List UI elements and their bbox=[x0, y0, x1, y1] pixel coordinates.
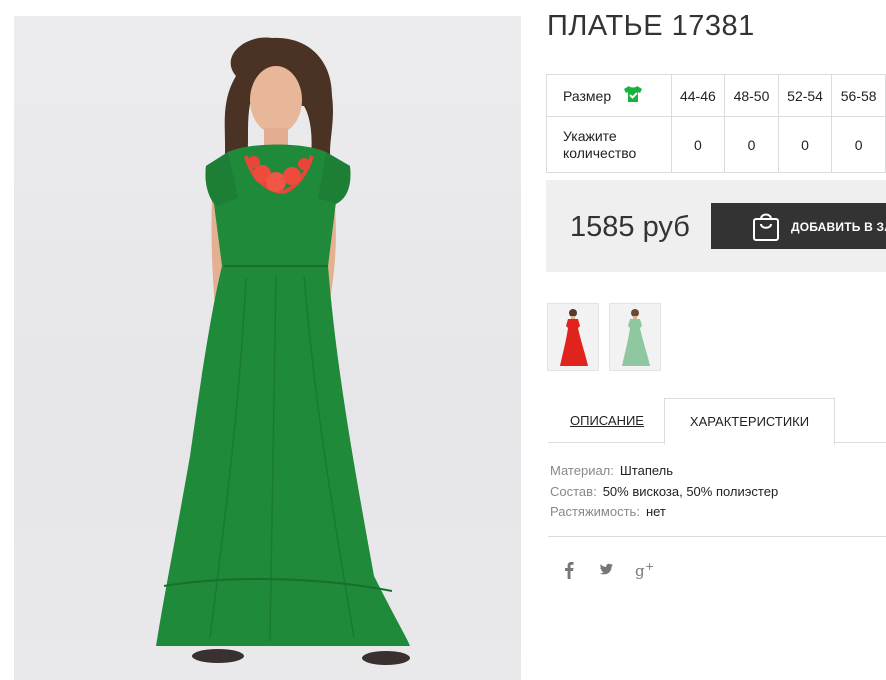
characteristic-row: Материал: Штапель bbox=[550, 461, 778, 482]
add-to-cart-button[interactable]: ДОБАВИТЬ В ЗА bbox=[711, 203, 886, 249]
size-quantity-table: Размер 44-46 48-50 52-54 56-58 Укажите к… bbox=[546, 74, 886, 173]
size-cell: 48-50 bbox=[724, 74, 779, 117]
quantity-input-44-46[interactable]: 0 bbox=[670, 116, 726, 173]
model-in-green-dress-image bbox=[156, 37, 410, 665]
characteristic-value: нет bbox=[645, 504, 666, 519]
shopping-bag-icon bbox=[752, 210, 780, 245]
size-cell: 52-54 bbox=[777, 74, 833, 117]
size-cell: 44-46 bbox=[670, 74, 726, 117]
size-header-label: Размер bbox=[563, 87, 612, 104]
characteristic-key: Растяжимость: bbox=[550, 504, 640, 519]
size-cell: 56-58 bbox=[831, 74, 886, 117]
price-block: 1585 руб ДОБАВИТЬ В ЗА bbox=[546, 180, 886, 272]
characteristic-row: Растяжимость: нет bbox=[550, 502, 778, 523]
mint-dress-thumbnail-image bbox=[622, 309, 650, 366]
red-dress-thumbnail-image bbox=[560, 309, 588, 366]
tab-characteristics[interactable]: ХАРАКТЕРИСТИКИ bbox=[664, 398, 835, 445]
quantity-header-line1: Укажите bbox=[563, 127, 617, 144]
svg-text:+: + bbox=[645, 561, 654, 573]
characteristic-row: Состав: 50% вискоза, 50% полиэстер bbox=[550, 482, 778, 503]
twitter-icon[interactable] bbox=[598, 561, 614, 581]
quantity-input-52-54[interactable]: 0 bbox=[777, 116, 833, 173]
add-to-cart-label: ДОБАВИТЬ В ЗА bbox=[791, 220, 886, 234]
google-plus-icon[interactable]: g + bbox=[635, 560, 655, 581]
svg-text:g: g bbox=[635, 562, 645, 579]
facebook-icon[interactable] bbox=[563, 561, 575, 581]
quantity-header-line2: количество bbox=[563, 144, 637, 161]
main-product-photo[interactable] bbox=[14, 16, 521, 680]
product-page: ПЛАТЬЕ 17381 Размер 44-46 48-50 52-54 56… bbox=[0, 0, 886, 680]
tshirt-size-icon[interactable] bbox=[623, 85, 643, 106]
characteristic-key: Состав: bbox=[550, 483, 597, 499]
thumbnail-mint-dress[interactable] bbox=[609, 303, 661, 371]
product-price: 1585 руб bbox=[570, 211, 690, 243]
quantity-header-cell: Укажите количество bbox=[546, 116, 672, 173]
product-tabs: ОПИСАНИЕ ХАРАКТЕРИСТИКИ bbox=[548, 398, 886, 445]
characteristic-value: Штапель bbox=[619, 463, 674, 478]
characteristic-value: 50% вискоза, 50% полиэстер bbox=[602, 483, 779, 499]
section-divider bbox=[548, 536, 886, 537]
product-title: ПЛАТЬЕ 17381 bbox=[547, 10, 755, 42]
quantity-input-56-58[interactable]: 0 bbox=[831, 116, 886, 173]
thumbnail-red-dress[interactable] bbox=[547, 303, 599, 371]
quantity-input-48-50[interactable]: 0 bbox=[724, 116, 779, 173]
characteristics-list: Материал: Штапель Состав: 50% вискоза, 50%… bbox=[550, 461, 778, 523]
tab-description[interactable]: ОПИСАНИЕ bbox=[548, 398, 666, 442]
size-header-cell: Размер bbox=[546, 74, 672, 117]
characteristic-key: Материал: bbox=[550, 463, 614, 478]
